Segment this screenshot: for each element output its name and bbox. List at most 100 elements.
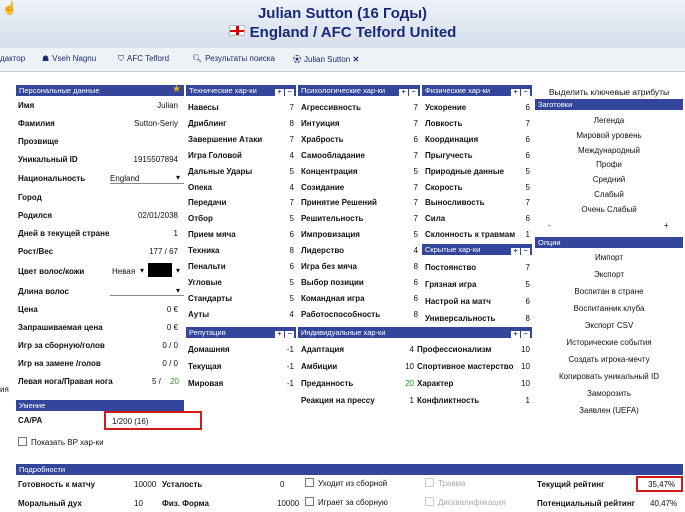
mental-attr-value[interactable]: 6 xyxy=(404,135,418,144)
foot-left-value[interactable]: 5 / xyxy=(152,377,161,386)
collapse-icon[interactable]: − xyxy=(521,248,530,255)
highlight-key-attributes[interactable]: Выделить ключевые атрибуты xyxy=(535,87,683,97)
mental-attr-value[interactable]: 7 xyxy=(404,214,418,223)
reputation-attr-value[interactable]: -1 xyxy=(280,379,294,388)
preset-item[interactable]: Очень Слабый xyxy=(535,205,683,214)
hidden-attr-value[interactable]: 5 xyxy=(516,280,530,289)
option-item[interactable]: Воспитан в стране xyxy=(535,287,683,296)
foot-right-value[interactable]: 20 xyxy=(170,377,179,386)
tab-editor[interactable]: дактор xyxy=(0,54,25,63)
suspension-checkbox[interactable]: Дисквалификация xyxy=(425,497,506,507)
preset-item[interactable]: Профи xyxy=(535,160,683,169)
mental-attr-value[interactable]: 6 xyxy=(404,294,418,303)
chevron-down-icon[interactable]: ▾ xyxy=(176,266,180,275)
mental-attr-value[interactable]: 8 xyxy=(404,262,418,271)
expand-icon[interactable]: + xyxy=(275,89,284,96)
expand-icon[interactable]: + xyxy=(511,248,520,255)
preset-item[interactable]: Мировой уровень xyxy=(535,131,683,140)
technical-attr-value[interactable]: 8 xyxy=(280,246,294,255)
expand-icon[interactable]: + xyxy=(511,89,520,96)
technical-attr-value[interactable]: 8 xyxy=(280,119,294,128)
mental-attr-value[interactable]: 5 xyxy=(404,230,418,239)
individual-attr-value[interactable]: 10 xyxy=(512,362,530,371)
individual-attr-value[interactable]: 1 xyxy=(512,396,530,405)
favorite-star-icon[interactable]: ★ xyxy=(172,84,181,95)
tab-afc-telford[interactable]: ⛉ AFC Telford xyxy=(118,54,169,64)
preset-item[interactable]: Средний xyxy=(535,175,683,184)
physical-attr-value[interactable]: 7 xyxy=(516,119,530,128)
technical-attr-value[interactable]: 5 xyxy=(280,167,294,176)
individual-attr-value[interactable]: 10 xyxy=(396,362,414,371)
tab-search-results[interactable]: 🔍︎ Результаты поиска xyxy=(192,54,275,63)
option-item[interactable]: Экспорт xyxy=(535,270,683,279)
option-item[interactable]: Экспорт CSV xyxy=(535,321,683,330)
technical-attr-value[interactable]: 4 xyxy=(280,183,294,192)
option-item[interactable]: Воспитанник клуба xyxy=(535,304,683,313)
personal-value[interactable]: 0 / 0 xyxy=(100,341,178,350)
technical-attr-value[interactable]: 6 xyxy=(280,262,294,271)
preset-item[interactable]: Слабый xyxy=(535,190,683,199)
show-hidden-checkbox[interactable]: Показать ВР хар-ки xyxy=(18,437,104,447)
hair-length-select[interactable] xyxy=(110,295,184,296)
physical-attr-value[interactable]: 6 xyxy=(516,103,530,112)
close-tab-icon[interactable]: ✕ xyxy=(353,55,360,64)
chevron-down-icon[interactable]: ▾ xyxy=(176,173,180,182)
personal-value[interactable]: 1915507894 xyxy=(100,155,179,164)
chevron-down-icon[interactable]: ▾ xyxy=(140,266,144,275)
physical-attr-value[interactable]: 5 xyxy=(516,167,530,176)
physical-form-value[interactable]: 10000 xyxy=(277,499,299,508)
mental-attr-value[interactable]: 7 xyxy=(404,151,418,160)
expand-icon[interactable]: + xyxy=(399,89,408,96)
preset-item[interactable]: Легенда xyxy=(535,116,683,125)
chevron-down-icon[interactable]: ▾ xyxy=(176,286,180,295)
physical-attr-value[interactable]: 6 xyxy=(516,151,530,160)
skin-color-swatch[interactable] xyxy=(148,263,172,277)
tab-julian-sutton[interactable]: ⚽︎ Julian Sutton ✕ xyxy=(293,54,359,65)
hidden-attr-value[interactable]: 8 xyxy=(516,314,530,323)
collapse-icon[interactable]: − xyxy=(521,331,530,338)
hidden-attr-value[interactable]: 6 xyxy=(516,297,530,306)
leaves-national-team-checkbox[interactable]: Уходит из сборной xyxy=(305,478,387,488)
tab-vseh-nagnu[interactable]: ☗ Vseh Nagnu xyxy=(42,54,96,63)
personal-value[interactable]: 02/01/2038 xyxy=(100,211,178,220)
nationality-select[interactable]: England xyxy=(110,174,184,184)
expand-icon[interactable]: + xyxy=(275,331,284,338)
mental-attr-value[interactable]: 7 xyxy=(404,119,418,128)
collapse-icon[interactable]: − xyxy=(285,89,294,96)
option-item[interactable]: Импорт xyxy=(535,253,683,262)
personal-value[interactable]: Julian xyxy=(100,101,178,110)
presets-minus[interactable]: - xyxy=(548,221,551,230)
collapse-icon[interactable]: − xyxy=(409,89,418,96)
personal-value[interactable]: 1 xyxy=(100,229,178,238)
mental-attr-value[interactable]: 7 xyxy=(404,198,418,207)
match-readiness-value[interactable]: 10000 xyxy=(134,480,156,489)
option-item[interactable]: Заморозить xyxy=(535,389,683,398)
individual-attr-value[interactable]: 1 xyxy=(396,396,414,405)
technical-attr-value[interactable]: 7 xyxy=(280,135,294,144)
technical-attr-value[interactable]: 6 xyxy=(280,230,294,239)
individual-attr-value[interactable]: 4 xyxy=(396,345,414,354)
mental-attr-value[interactable]: 7 xyxy=(404,183,418,192)
technical-attr-value[interactable]: 7 xyxy=(280,198,294,207)
technical-attr-value[interactable]: 7 xyxy=(280,103,294,112)
morale-value[interactable]: 10 xyxy=(134,499,143,508)
individual-attr-value[interactable]: 10 xyxy=(512,345,530,354)
option-item[interactable]: Заявлен (UEFA) xyxy=(535,406,683,415)
personal-value[interactable]: 177 / 67 xyxy=(100,247,178,256)
presets-plus[interactable]: + xyxy=(664,221,669,230)
personal-value[interactable]: Sutton-Seriy xyxy=(100,119,178,128)
reputation-attr-value[interactable]: -1 xyxy=(280,345,294,354)
option-item[interactable]: Создать игрока-мечту xyxy=(535,355,683,364)
fatigue-value[interactable]: 0 xyxy=(280,480,284,489)
technical-attr-value[interactable]: 4 xyxy=(280,151,294,160)
mental-attr-value[interactable]: 5 xyxy=(404,167,418,176)
personal-value[interactable]: 0 € xyxy=(100,323,178,332)
preset-item[interactable]: Международный xyxy=(535,146,683,155)
mental-attr-value[interactable]: 8 xyxy=(404,310,418,319)
collapse-icon[interactable]: − xyxy=(285,331,294,338)
mental-attr-value[interactable]: 6 xyxy=(404,278,418,287)
individual-attr-value[interactable]: 20 xyxy=(396,379,414,388)
expand-icon[interactable]: + xyxy=(511,331,520,338)
physical-attr-value[interactable]: 1 xyxy=(516,230,530,239)
mental-attr-value[interactable]: 7 xyxy=(404,103,418,112)
